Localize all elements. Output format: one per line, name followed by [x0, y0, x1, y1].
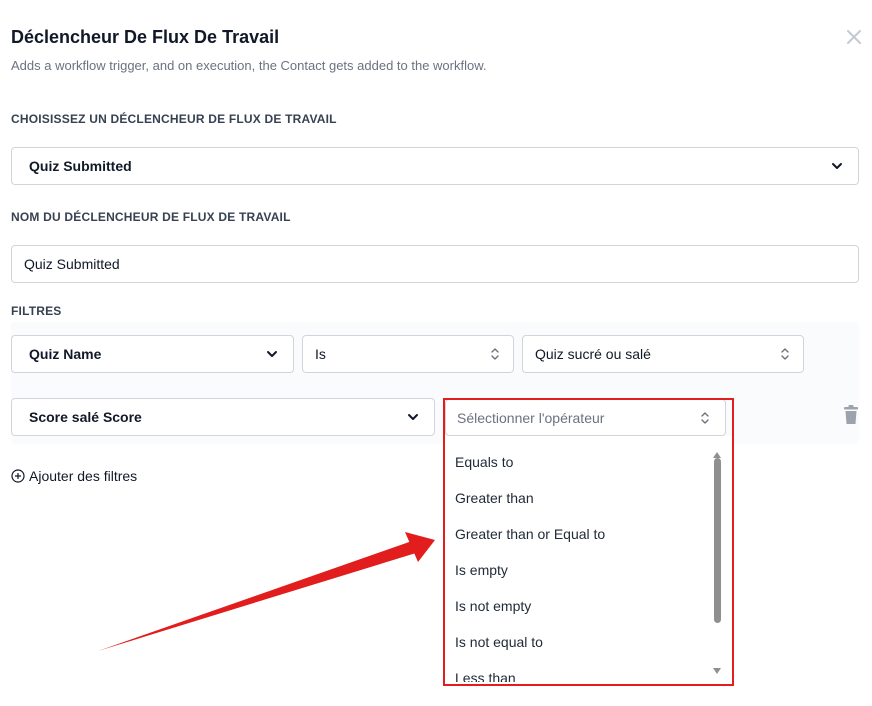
option-less-than[interactable]: Less than	[455, 670, 516, 682]
dialog-subtitle: Adds a workflow trigger, and on executio…	[11, 58, 487, 73]
option-equals-to[interactable]: Equals to	[455, 454, 513, 470]
option-is-not-equal-to[interactable]: Is not equal to	[455, 634, 543, 650]
filter-value-value: Quiz sucré ou salé	[535, 346, 651, 362]
trigger-select-label: CHOISISSEZ UN DÉCLENCHEUR DE FLUX DE TRA…	[11, 112, 337, 126]
close-icon	[847, 30, 861, 44]
filter2-field-value: Score salé Score	[29, 409, 142, 425]
option-greater-than[interactable]: Greater than	[455, 490, 534, 506]
filter-value-select[interactable]: Quiz sucré ou salé	[522, 335, 804, 373]
add-filter-button[interactable]: Ajouter des filtres	[11, 468, 137, 484]
trigger-name-value: Quiz Submitted	[24, 256, 120, 272]
filter2-operator-select[interactable]: Sélectionner l'opérateur	[445, 399, 726, 436]
scrollbar-thumb[interactable]	[714, 458, 721, 623]
filter-field-value: Quiz Name	[29, 346, 102, 362]
dialog-title: Déclencheur De Flux De Travail	[11, 27, 280, 47]
add-filter-label: Ajouter des filtres	[29, 468, 138, 484]
chevron-down-icon	[267, 351, 277, 357]
filter-field-select[interactable]: Quiz Name	[11, 335, 294, 373]
filter2-operator-placeholder: Sélectionner l'opérateur	[457, 409, 605, 426]
updown-arrows-icon	[491, 348, 499, 360]
option-is-empty[interactable]: Is empty	[455, 562, 508, 578]
option-is-not-empty[interactable]: Is not empty	[455, 598, 531, 614]
filter2-field-select[interactable]: Score salé Score	[11, 398, 435, 436]
filter-operator-select[interactable]: Is	[302, 335, 514, 373]
updown-arrows-icon	[701, 411, 709, 424]
trigger-select-value: Quiz Submitted	[29, 158, 132, 174]
chevron-down-icon	[832, 163, 842, 169]
delete-filter-button[interactable]	[841, 404, 861, 426]
trigger-name-label: NOM DU DÉCLENCHEUR DE FLUX DE TRAVAIL	[11, 210, 291, 224]
trash-icon	[844, 405, 858, 424]
plus-circle-icon	[11, 469, 25, 483]
operator-dropdown-list[interactable]: Equals to Greater than Greater than or E…	[444, 436, 734, 682]
filter-operator-value: Is	[315, 346, 326, 362]
chevron-down-icon	[408, 414, 418, 420]
close-button[interactable]	[843, 26, 865, 48]
updown-arrows-icon	[781, 348, 789, 360]
trigger-select[interactable]: Quiz Submitted	[11, 147, 859, 185]
trigger-name-input[interactable]: Quiz Submitted	[11, 245, 859, 283]
option-greater-than-or-equal-to[interactable]: Greater than or Equal to	[455, 526, 605, 542]
filters-label: FILTRES	[11, 304, 62, 318]
